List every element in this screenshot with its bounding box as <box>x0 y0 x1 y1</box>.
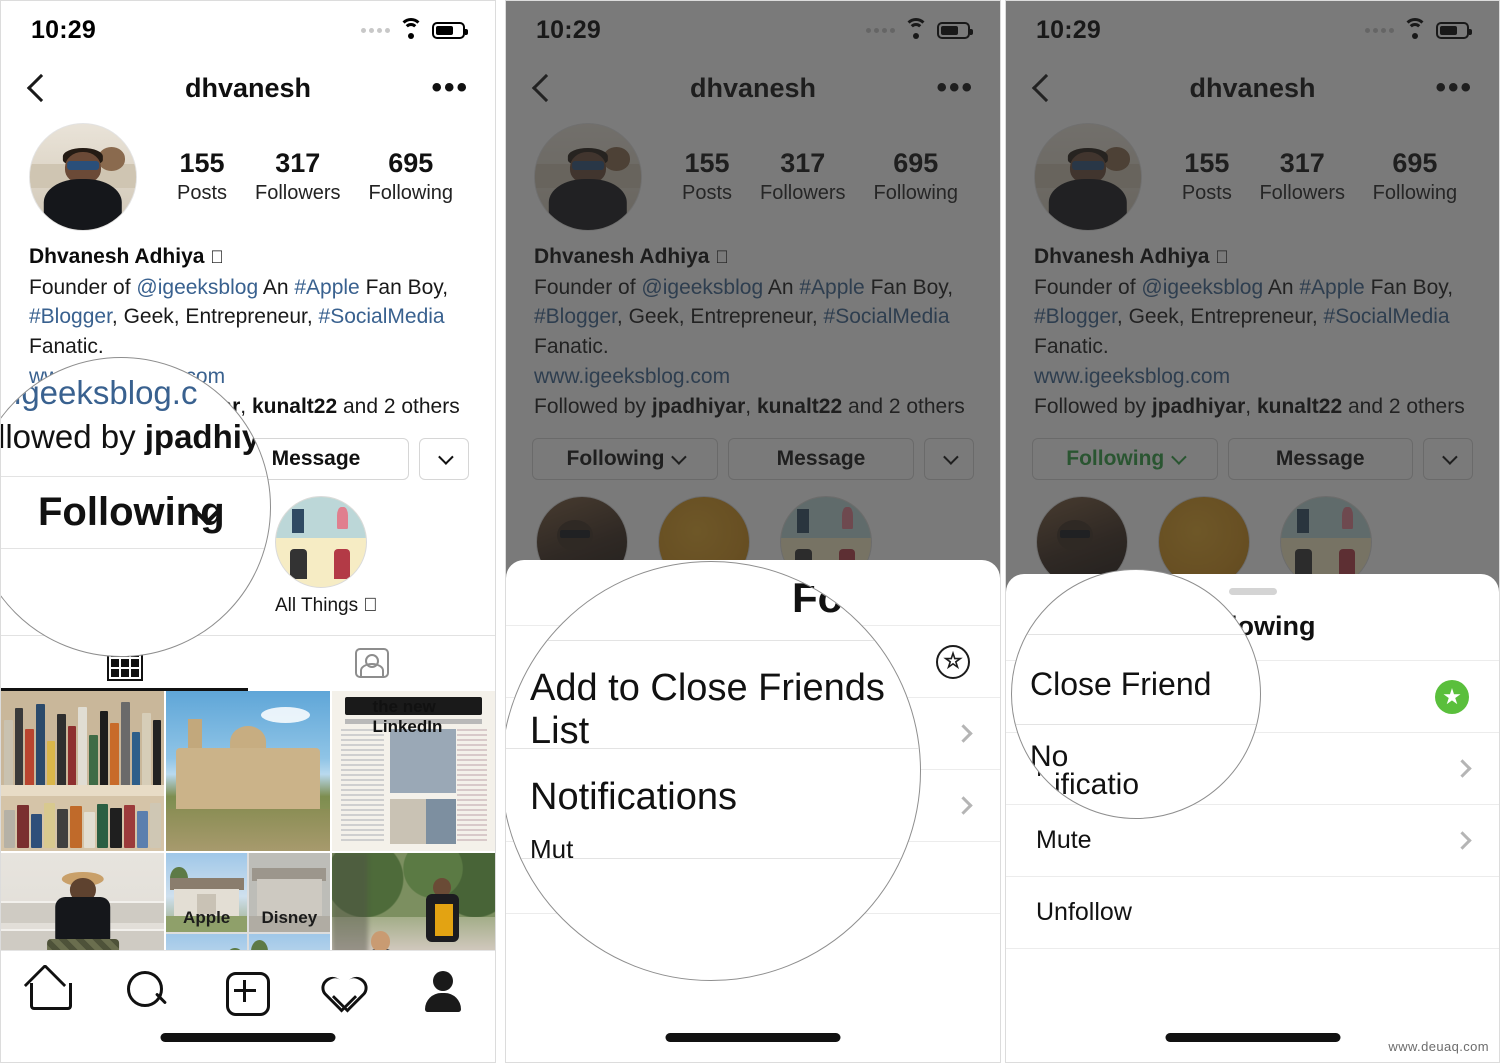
nav-bar: dhvanesh ••• <box>1 59 495 117</box>
row-label: Mute <box>1036 826 1092 854</box>
instagram-profile-screen: 10:29 dhvanesh ••• 155 Posts 317 Followe… <box>1 1 495 1062</box>
chevron-right-icon <box>1453 831 1472 850</box>
magnified-followed-text: llowed by jpadhiy <box>1 418 261 455</box>
grid-post-books[interactable] <box>1 690 165 851</box>
stat-posts[interactable]: 155 Posts <box>177 148 227 205</box>
status-time: 10:29 <box>31 15 96 44</box>
instagram-profile-screen-dimmed: 10:29 dhvanesh ••• 155 <box>506 1 1000 1062</box>
phone-screen-3: 10:29 dhvanesh ••• 155 <box>1005 0 1500 1063</box>
post-overlay-text: Disney <box>261 907 318 927</box>
stat-value: 695 <box>388 148 434 179</box>
chevron-right-icon <box>954 796 973 815</box>
tagged-person-icon <box>354 648 389 679</box>
row-label: Unfollow <box>1036 898 1132 926</box>
bottom-tab-bar <box>1 950 495 1062</box>
tab-profile[interactable] <box>418 967 474 1012</box>
bio-hashtag[interactable]: #Apple <box>294 276 359 299</box>
house-disney: Disney <box>248 852 330 932</box>
home-indicator <box>1165 1033 1340 1042</box>
instagram-profile-screen-dimmed: 10:29 dhvanesh ••• 155 <box>1006 1 1499 1062</box>
signal-dots-icon <box>361 27 390 33</box>
status-indicators <box>361 18 468 39</box>
stat-followers[interactable]: 317 Followers <box>255 148 341 205</box>
post-image <box>166 690 330 851</box>
bio-line-1: Founder of @igeeksblog An #Apple Fan Boy… <box>29 275 449 299</box>
house-apple: Apple <box>166 852 247 932</box>
suggestions-dropdown-button[interactable] <box>419 437 469 480</box>
stat-label: Followers <box>254 181 341 204</box>
back-chevron-icon[interactable] <box>27 71 49 105</box>
message-label: Message <box>271 446 361 470</box>
magnifier-add-close-friends: Follow Add to Close Friends List Notific… <box>506 561 921 981</box>
tab-search[interactable] <box>121 967 177 1011</box>
stat-label: Following <box>368 181 454 204</box>
screenshot-stage: 10:29 dhvanesh ••• 155 Posts 317 Followe… <box>0 0 1500 1063</box>
profile-header: 155 Posts 317 Followers 695 Following <box>1 117 495 231</box>
magnified-row-notifications: Notifications <box>530 776 737 818</box>
magnified-sheet-title: Follow <box>792 574 921 621</box>
tab-tagged[interactable] <box>248 636 495 691</box>
highlight-caption: All Things  <box>275 594 378 616</box>
status-bar: 10:29 <box>1 1 495 59</box>
magnified-row-close-friend: Close Friend <box>1030 666 1212 702</box>
row-mute[interactable]: Mute <box>1006 804 1499 876</box>
highlight-cover <box>275 495 367 588</box>
home-indicator <box>665 1033 841 1042</box>
page-title: dhvanesh <box>184 72 312 103</box>
magnified-row-mute: Mut <box>530 834 574 864</box>
magnifier-close-friend: Close Friend No ificatio <box>1011 569 1261 819</box>
wifi-icon <box>399 18 423 39</box>
chevron-right-icon <box>954 724 973 743</box>
chevron-down-icon <box>437 449 454 465</box>
star-outline-circle-icon: ★ <box>936 644 970 679</box>
battery-icon <box>432 21 468 39</box>
home-indicator <box>160 1033 336 1042</box>
highlight-all-things-apple[interactable]: All Things  <box>275 495 378 617</box>
phone-screen-2: 10:29 dhvanesh ••• 155 <box>505 0 1001 1063</box>
profile-stats: 155 Posts 317 Followers 695 Following <box>137 148 467 205</box>
post-overlay-text: Apple <box>183 907 231 927</box>
sheet-grab-handle[interactable] <box>1228 588 1277 595</box>
tab-create[interactable] <box>220 967 276 1016</box>
more-options-icon[interactable]: ••• <box>431 73 469 103</box>
grid-post-palace[interactable] <box>166 690 330 851</box>
magnified-row-close-friends: Add to Close Friends List <box>530 667 885 752</box>
stat-following[interactable]: 695 Following <box>369 148 453 205</box>
row-unfollow[interactable]: Unfollow <box>1006 876 1499 948</box>
magnified-row-notifications-b: ificatio <box>1054 768 1140 801</box>
display-name-text: Dhvanesh Adhiya <box>29 245 205 268</box>
grid-post-magazine[interactable]: the new LinkedIn <box>331 690 495 851</box>
stat-label: Posts <box>176 181 228 204</box>
bio-hashtag[interactable]: #SocialMedia <box>319 305 445 328</box>
bio-hashtag[interactable]: #Blogger <box>29 305 112 328</box>
apple-logo-icon:  <box>210 247 224 267</box>
post-overlay-text: the new LinkedIn <box>372 696 443 736</box>
chevron-right-icon <box>1453 759 1472 778</box>
tab-activity[interactable] <box>319 967 375 1011</box>
stat-value: 317 <box>275 148 321 179</box>
bio-mention[interactable]: @igeeksblog <box>136 276 258 299</box>
tab-home[interactable] <box>22 967 78 1011</box>
star-filled-green-icon: ★ <box>1435 679 1469 714</box>
bio-line-2: #Blogger, Geek, Entrepreneur, #SocialMed… <box>29 305 445 359</box>
magnified-bio-text: igeeksblog.c <box>14 374 198 411</box>
profile-avatar[interactable] <box>29 123 137 231</box>
stat-value: 155 <box>179 148 225 179</box>
phone-screen-1: 10:29 dhvanesh ••• 155 Posts 317 Followe… <box>0 0 496 1063</box>
display-name: Dhvanesh Adhiya  <box>29 241 467 273</box>
site-watermark: www.deuaq.com <box>1388 1039 1489 1054</box>
